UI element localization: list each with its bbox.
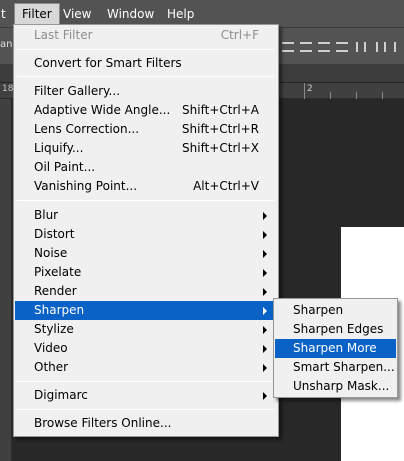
menu-view[interactable]: View: [56, 4, 98, 24]
menu-item-video[interactable]: Video: [15, 339, 277, 358]
submenu-arrow-icon: [263, 392, 267, 400]
menu-item-oil-paint[interactable]: Oil Paint...: [15, 158, 277, 177]
submenu-item-unsharp-mask[interactable]: Unsharp Mask...: [275, 377, 396, 396]
menu-item-distort[interactable]: Distort: [15, 225, 277, 244]
menu-item-label: Vanishing Point...: [34, 179, 138, 193]
menu-separator: [17, 200, 275, 201]
menu-item-label: Pixelate: [34, 265, 82, 279]
submenu-item-sharpen-more[interactable]: Sharpen More: [275, 339, 396, 358]
submenu-arrow-icon: [263, 364, 267, 372]
menu-item-label: Digimarc: [34, 388, 88, 402]
menu-item-pixelate[interactable]: Pixelate: [15, 263, 277, 282]
menu-item-last-filter: Last Filter Ctrl+F: [15, 26, 277, 45]
ruler-tick: [382, 92, 383, 99]
menu-item-shortcut: Shift+Ctrl+A: [182, 103, 259, 117]
align-top-icon[interactable]: [282, 42, 294, 52]
menu-item-browse-filters-online[interactable]: Browse Filters Online...: [15, 414, 277, 433]
submenu-arrow-icon: [263, 288, 267, 296]
menu-item-stylize[interactable]: Stylize: [15, 320, 277, 339]
menu-separator: [17, 49, 275, 50]
menu-separator: [17, 409, 275, 410]
menubar: t Filter View Window Help: [0, 0, 404, 27]
menu-item-label: Convert for Smart Filters: [34, 56, 182, 70]
menu-item-label: Sharpen: [293, 303, 344, 317]
menu-item-shortcut: Shift+Ctrl+X: [182, 141, 259, 155]
submenu-item-sharpen-edges[interactable]: Sharpen Edges: [275, 320, 396, 339]
distribute-top-icon[interactable]: [336, 42, 348, 52]
filter-menu: Last Filter Ctrl+F Convert for Smart Fil…: [13, 24, 279, 437]
submenu-arrow-icon: [263, 326, 267, 334]
menu-item-label: Noise: [34, 246, 68, 260]
menu-item-label: Adaptive Wide Angle...: [34, 103, 171, 117]
align-left-icon[interactable]: [356, 42, 366, 52]
submenu-arrow-icon: [263, 307, 267, 315]
submenu-arrow-icon: [263, 212, 267, 220]
menu-item-label: Stylize: [34, 322, 74, 336]
menu-item-label: Oil Paint...: [34, 160, 96, 174]
vertical-ruler: [0, 99, 12, 461]
menu-window[interactable]: Window: [100, 4, 161, 24]
menu-item-blur[interactable]: Blur: [15, 206, 277, 225]
menu-item-label: Browse Filters Online...: [34, 416, 172, 430]
menu-item-shortcut: Alt+Ctrl+V: [193, 179, 259, 193]
menu-separator: [17, 76, 275, 77]
menu-item-label: Filter Gallery...: [34, 84, 121, 98]
menu-help[interactable]: Help: [160, 4, 201, 24]
align-vcenter-icon[interactable]: [300, 42, 312, 52]
menu-item-noise[interactable]: Noise: [15, 244, 277, 263]
menu-item-other[interactable]: Other: [15, 358, 277, 377]
align-right-icon[interactable]: [394, 42, 404, 52]
ruler-tick: [330, 92, 331, 99]
menu-edit-partial[interactable]: t: [0, 4, 13, 24]
menu-separator: [17, 381, 275, 382]
menu-item-label: Render: [34, 284, 77, 298]
menu-item-label: Other: [34, 360, 69, 374]
ruler-label: 2: [307, 84, 313, 94]
submenu-item-smart-sharpen[interactable]: Smart Sharpen...: [275, 358, 396, 377]
menu-item-label: Liquify...: [34, 141, 84, 155]
menu-item-render[interactable]: Render: [15, 282, 277, 301]
menu-item-label: Lens Correction...: [34, 122, 140, 136]
sharpen-submenu: Sharpen Sharpen Edges Sharpen More Smart…: [273, 298, 398, 398]
menu-item-label: Sharpen More: [293, 341, 377, 355]
ruler-major-tick: [304, 83, 305, 99]
menu-item-filter-gallery[interactable]: Filter Gallery...: [15, 82, 277, 101]
menu-item-sharpen[interactable]: Sharpen: [15, 301, 277, 320]
menu-item-digimarc[interactable]: Digimarc: [15, 386, 277, 405]
menu-item-adaptive-wide-angle[interactable]: Adaptive Wide Angle... Shift+Ctrl+A: [15, 101, 277, 120]
menu-item-label: Sharpen Edges: [293, 322, 384, 336]
align-hcenter-icon[interactable]: [376, 42, 386, 52]
menu-item-label: Video: [34, 341, 68, 355]
menu-item-label: Blur: [34, 208, 59, 222]
menu-filter[interactable]: Filter: [14, 3, 60, 25]
submenu-item-sharpen[interactable]: Sharpen: [275, 301, 396, 320]
menu-item-lens-correction[interactable]: Lens Correction... Shift+Ctrl+R: [15, 120, 277, 139]
submenu-arrow-icon: [263, 250, 267, 258]
menu-item-label: Last Filter: [34, 28, 93, 42]
submenu-arrow-icon: [263, 269, 267, 277]
menu-item-label: Sharpen: [34, 303, 85, 317]
menu-item-vanishing-point[interactable]: Vanishing Point... Alt+Ctrl+V: [15, 177, 277, 196]
menu-item-shortcut: Ctrl+F: [220, 28, 259, 42]
menu-item-label: Distort: [34, 227, 75, 241]
ruler-tick: [356, 92, 357, 99]
menu-item-liquify[interactable]: Liquify... Shift+Ctrl+X: [15, 139, 277, 158]
menu-item-label: Smart Sharpen...: [293, 360, 395, 374]
submenu-arrow-icon: [263, 345, 267, 353]
menu-item-shortcut: Shift+Ctrl+R: [181, 122, 259, 136]
menu-item-label: Unsharp Mask...: [293, 379, 390, 393]
align-bottom-icon[interactable]: [318, 42, 330, 52]
menu-item-convert-smart-filters[interactable]: Convert for Smart Filters: [15, 54, 277, 73]
submenu-arrow-icon: [263, 231, 267, 239]
ruler-label: 18: [2, 84, 14, 94]
